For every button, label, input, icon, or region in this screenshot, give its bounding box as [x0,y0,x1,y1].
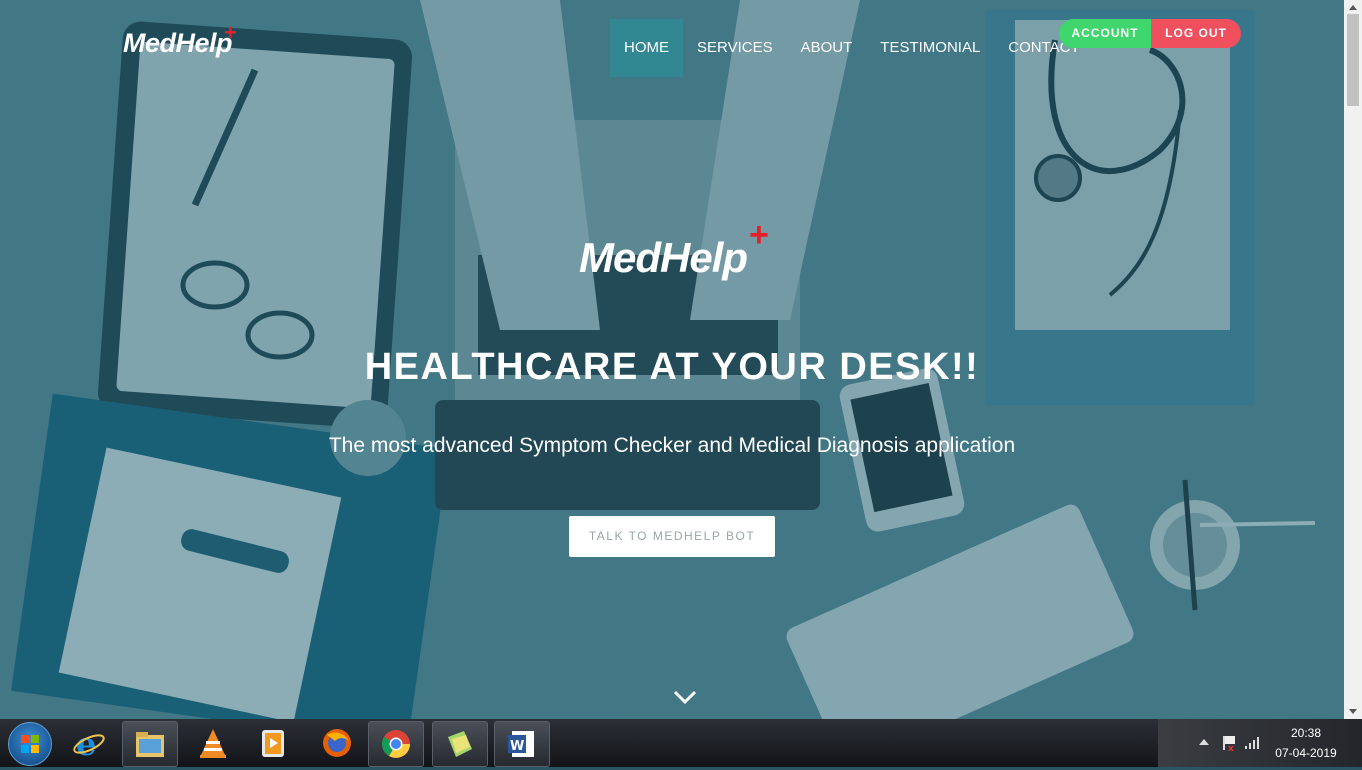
hero-logo: MedHelp + [579,216,769,282]
hero-logo-text: MedHelp [579,234,748,281]
nav-services[interactable]: SERVICES [683,19,787,77]
brand-logo-text: MedHelp [123,28,233,58]
logout-button[interactable]: LOG OUT [1151,19,1241,48]
chrome-icon[interactable] [368,721,424,767]
media-player-icon[interactable] [246,721,300,765]
hero-headline: HEALTHCARE AT YOUR DESK!! [364,346,980,388]
scroll-up-arrow-icon[interactable] [1344,0,1362,14]
talk-to-bot-button[interactable]: TALK TO MEDHELP BOT [569,516,775,557]
file-explorer-icon[interactable] [122,721,178,767]
clock-date[interactable]: 07-04-2019 [1270,746,1342,760]
hero-plus-icon: + [749,216,769,254]
svg-text:x: x [1228,744,1234,752]
clock-time[interactable]: 20:38 [1276,726,1336,740]
brand-plus-icon: + [224,20,237,45]
action-center-flag-icon[interactable]: x [1220,734,1238,752]
nav-testimonial[interactable]: TESTIMONIAL [866,19,994,77]
firefox-icon[interactable] [310,721,364,765]
windows-taskbar: e W x [0,719,1362,767]
scrollbar-thumb[interactable] [1347,14,1359,106]
show-hidden-icons-icon[interactable] [1198,737,1210,747]
vertical-scrollbar[interactable] [1344,0,1362,719]
svg-text:W: W [510,739,524,754]
network-signal-icon[interactable] [1244,735,1260,751]
nav-home[interactable]: HOME [610,19,683,77]
brand-logo[interactable]: MedHelp + [123,20,237,59]
account-button[interactable]: ACCOUNT [1059,19,1151,48]
folder-app-icon[interactable] [432,721,488,767]
vlc-icon[interactable] [186,721,240,765]
internet-explorer-icon[interactable]: e [62,721,116,765]
word-icon[interactable]: W [494,721,550,767]
nav-about[interactable]: ABOUT [787,19,867,77]
hero-section: MedHelp + HOME SERVICES ABOUT TESTIMONIA… [0,0,1344,719]
main-nav: HOME SERVICES ABOUT TESTIMONIAL CONTACT [610,19,1094,77]
windows-start-icon[interactable] [8,722,52,766]
hero-subtitle: The most advanced Symptom Checker and Me… [328,434,1016,457]
chevron-down-icon[interactable] [672,688,698,706]
scroll-down-arrow-icon[interactable] [1344,705,1362,719]
